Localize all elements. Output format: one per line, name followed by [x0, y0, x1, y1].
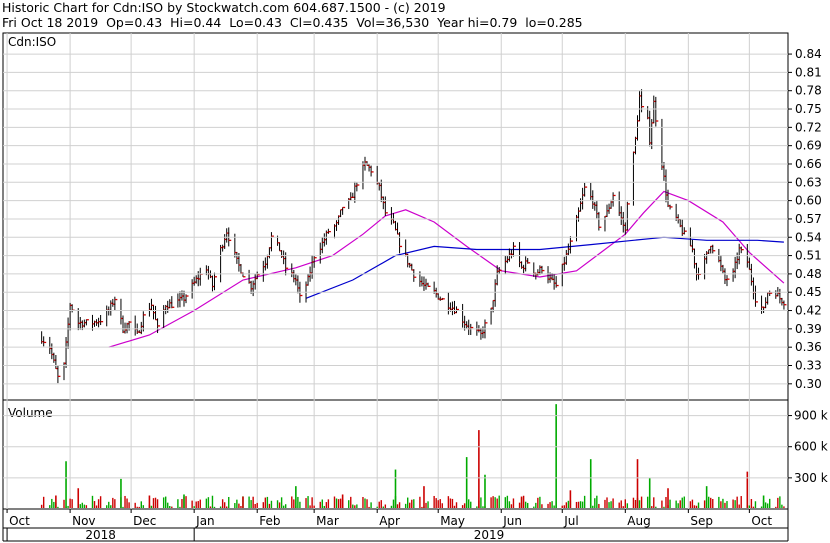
month-label: Nov [72, 514, 95, 528]
moving-averages [108, 190, 785, 348]
price-tick-label: 0.57 [795, 212, 822, 226]
volume-bars [40, 404, 785, 508]
price-tick-label: 0.30 [795, 377, 822, 391]
price-tick-label: 0.63 [795, 175, 822, 189]
month-label: May [440, 514, 465, 528]
price-tick-label: 0.45 [795, 285, 822, 299]
volume-label: Volume [8, 406, 53, 420]
moving-average-line [108, 190, 785, 348]
volume-tick-label: 600 k [794, 440, 828, 454]
volume-axis: 300 k 600 k 900 k [3, 409, 828, 485]
price-tick-label: 0.36 [795, 340, 822, 354]
month-label: Sep [690, 514, 713, 528]
price-tick-label: 0.48 [795, 267, 822, 281]
price-tick-label: 0.69 [795, 139, 822, 153]
price-tick-label: 0.75 [795, 102, 822, 116]
year-label: 2018 [85, 528, 116, 542]
price-axis: 0.30 0.33 0.36 0.39 0.42 0.45 0.48 0.51 0.54 0.57… [3, 47, 822, 391]
price-tick-label: 0.81 [795, 65, 822, 79]
volume-tick-label: 300 k [794, 471, 828, 485]
month-label: Oct [9, 514, 30, 528]
price-tick-label: 0.84 [795, 47, 822, 61]
symbol-label: Cdn:ISO [8, 35, 56, 49]
month-label: Aug [627, 514, 650, 528]
month-label: Mar [316, 514, 339, 528]
volume-tick-label: 900 k [794, 409, 828, 423]
price-tick-label: 0.42 [795, 304, 822, 318]
price-tick-label: 0.72 [795, 120, 822, 134]
month-label: Dec [133, 514, 156, 528]
year-label: 2019 [474, 528, 505, 542]
month-gridlines [6, 33, 750, 509]
price-tick-label: 0.39 [795, 322, 822, 336]
price-tick-label: 0.33 [795, 358, 822, 372]
price-tick-label: 0.51 [795, 249, 822, 263]
month-label: Jan [195, 514, 215, 528]
price-tick-label: 0.60 [795, 194, 822, 208]
price-panel-frame [2, 32, 789, 401]
stock-chart: Cdn:ISO Volume 0.300.330.360.390.420.450… [2, 32, 828, 542]
price-bars [41, 89, 787, 384]
price-tick-label: 0.54 [795, 230, 822, 244]
time-axis: Oct Nov Dec Jan Feb Mar Apr May Jun Jul Aug Sep Oct 2… [2, 509, 789, 542]
month-label: Feb [259, 514, 280, 528]
month-label: Oct [751, 514, 772, 528]
month-label: Apr [379, 514, 400, 528]
month-label: Jun [502, 514, 522, 528]
month-label: Jul [563, 514, 578, 528]
price-tick-label: 0.66 [795, 157, 822, 171]
price-tick-label: 0.78 [795, 84, 822, 98]
